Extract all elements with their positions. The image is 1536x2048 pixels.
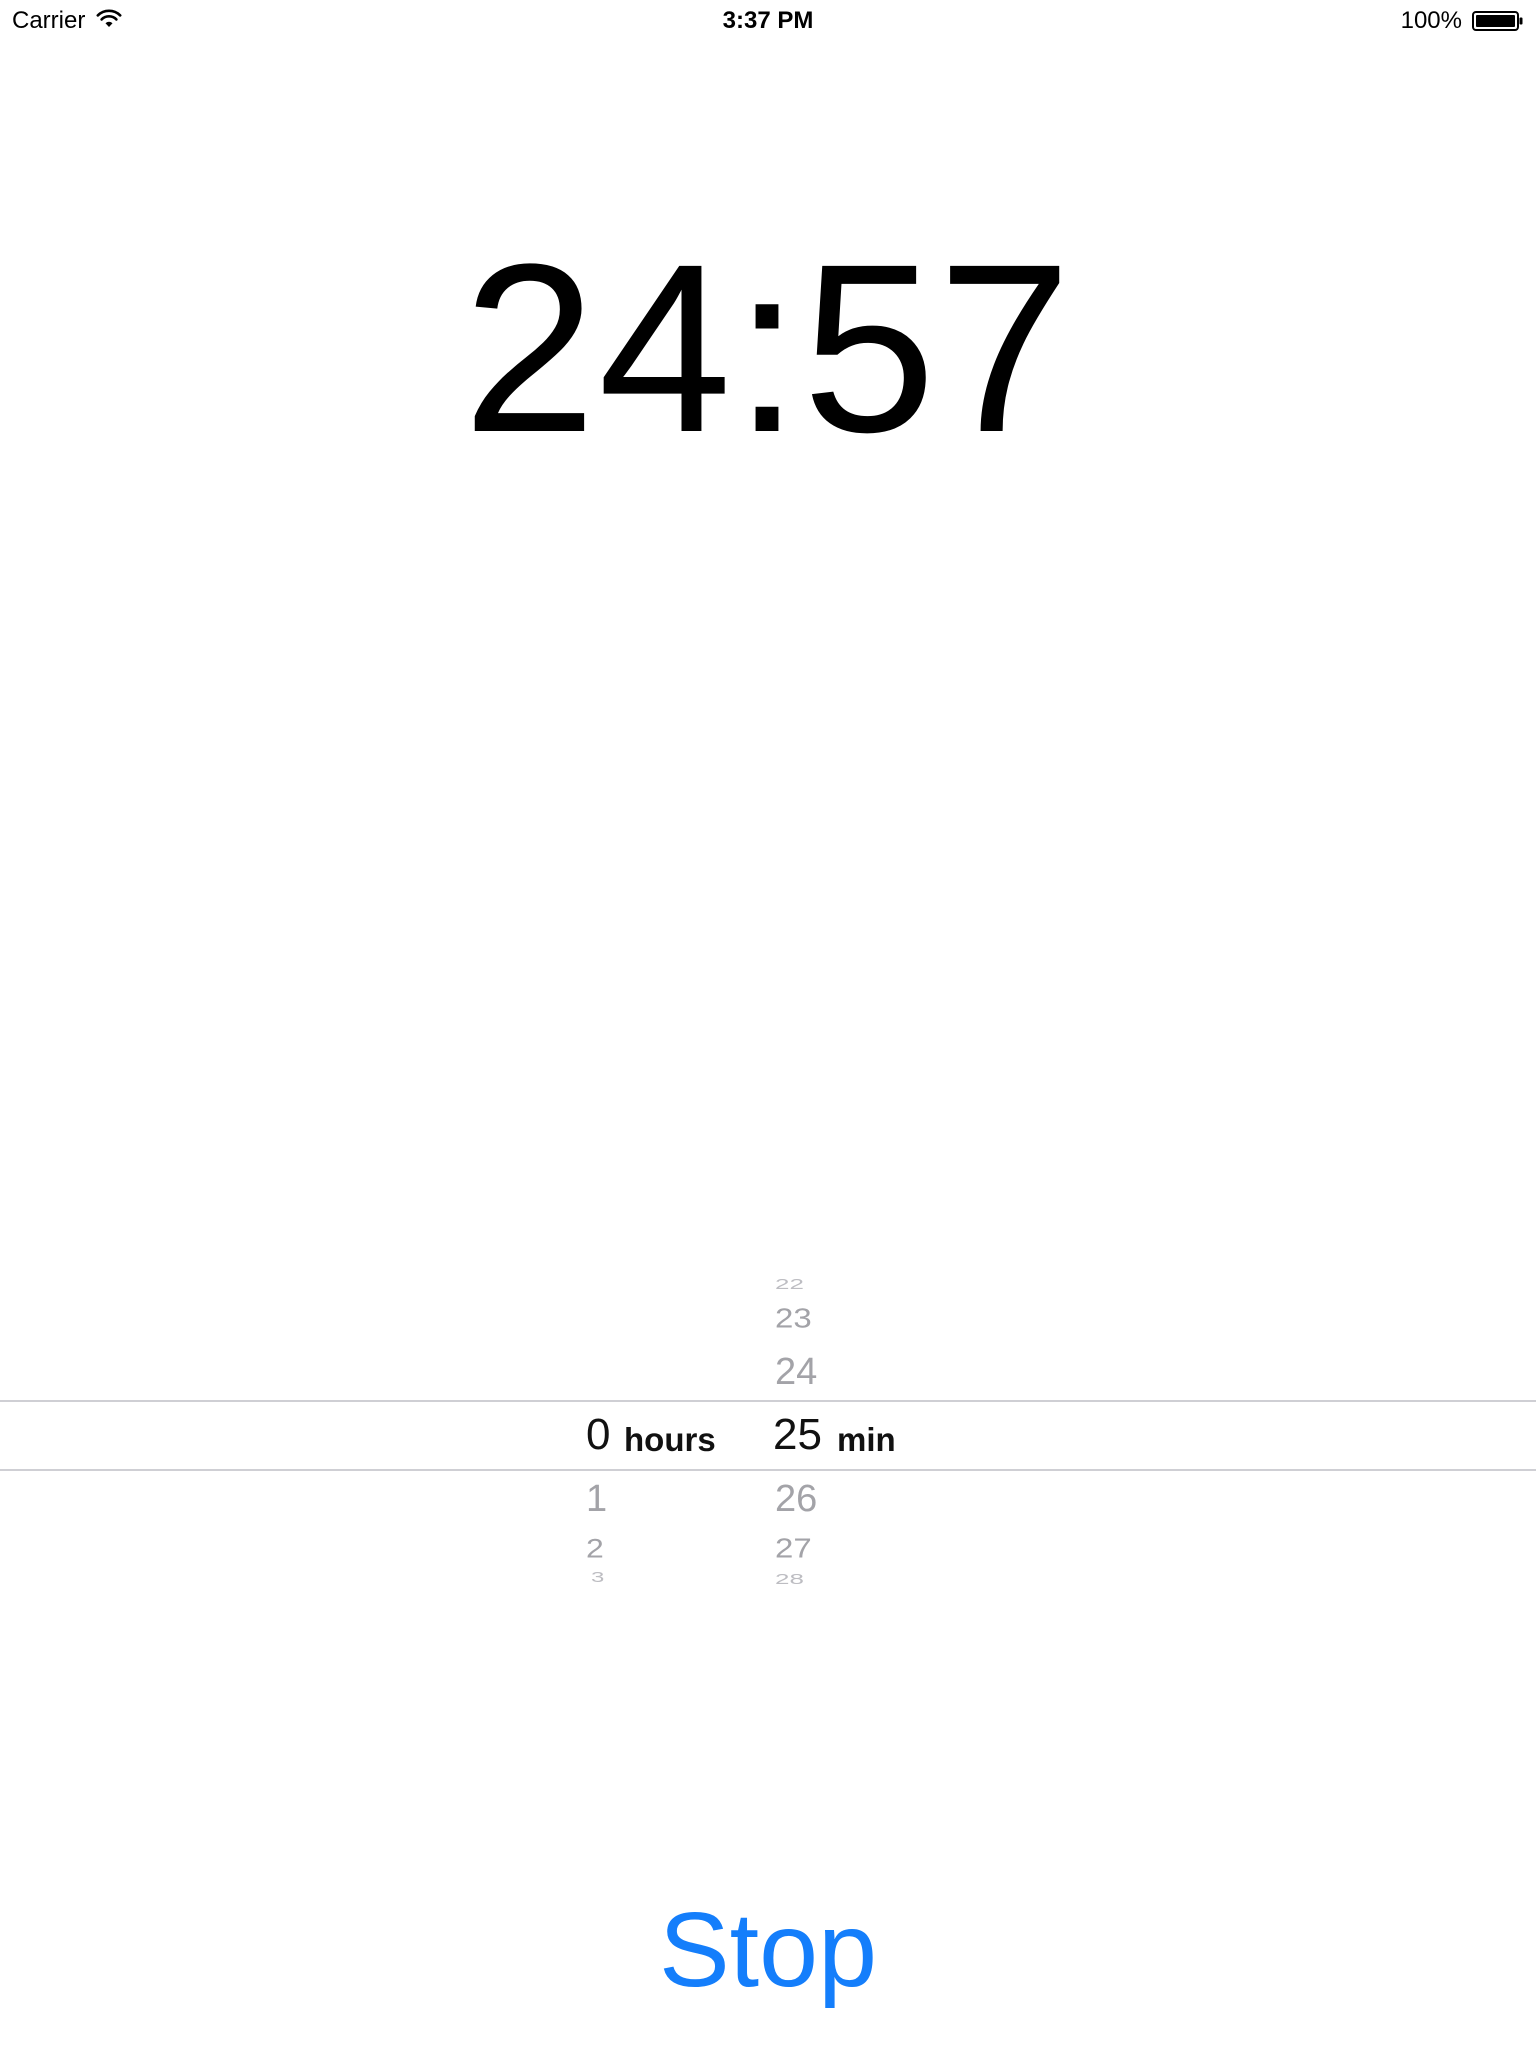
hours-item[interactable]: 1 (586, 1477, 607, 1521)
status-time: 3:37 PM (722, 7, 814, 34)
minutes-item[interactable]: 24 (775, 1350, 817, 1394)
hours-unit-label: hours (624, 1421, 716, 1458)
battery-icon (1472, 11, 1524, 31)
hours-item[interactable]: 2 (586, 1533, 604, 1564)
minutes-unit-label: min (837, 1421, 896, 1458)
picker-selection-bottom-line (0, 1469, 1536, 1471)
stop-button[interactable]: Stop (0, 1890, 1536, 2010)
minutes-item[interactable]: 22 (775, 1276, 804, 1291)
battery-percent: 100% (1400, 7, 1462, 34)
minutes-item[interactable]: 27 (775, 1532, 812, 1564)
status-bar: Carrier 3:37 PM 100% (0, 0, 1536, 40)
minutes-item[interactable]: 28 (775, 1571, 804, 1586)
picker-selection-top-line (0, 1400, 1536, 1402)
minutes-item[interactable]: 26 (775, 1477, 817, 1521)
hours-item[interactable]: 3 (591, 1570, 604, 1586)
minutes-item[interactable]: 23 (775, 1302, 812, 1334)
duration-picker[interactable]: 0 hours 1 2 3 22 23 24 25 min 26 27 28 (0, 1250, 1536, 1615)
hours-selected-value[interactable]: 0 (586, 1410, 610, 1460)
countdown-display: 24:57 (462, 214, 1074, 482)
minutes-selected-value[interactable]: 25 (773, 1410, 822, 1460)
